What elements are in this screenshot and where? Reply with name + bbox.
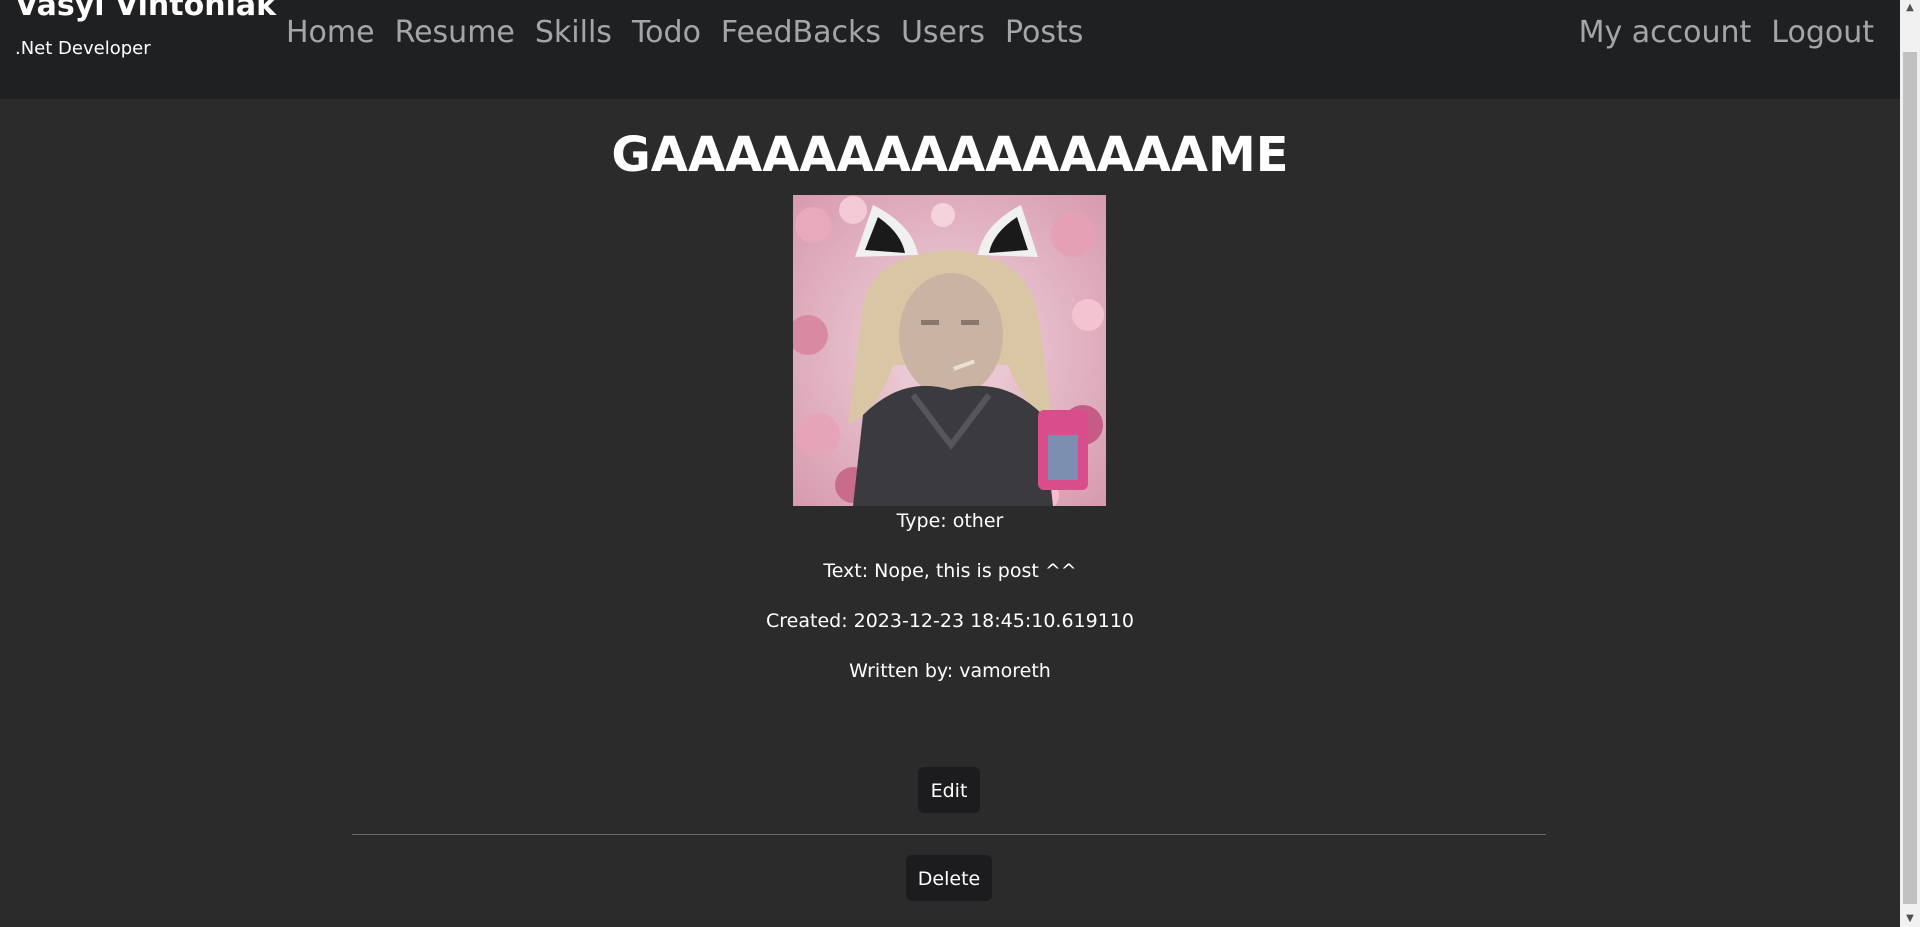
nav-link-home[interactable]: Home [276, 15, 385, 50]
nav-link-users[interactable]: Users [891, 15, 995, 50]
nav-link-my-account[interactable]: My account [1569, 15, 1762, 50]
post-detail: GAAAAAAAAAAAAAAAME Type: other Text: Nop… [0, 99, 1900, 927]
post-text: Text: Nope, this is post ^^ [823, 560, 1077, 582]
post-type: Type: other [896, 510, 1004, 532]
navbar: Vasyl Vintoniak .Net Developer Home Resu… [0, 0, 1900, 99]
delete-button[interactable]: Delete [906, 855, 992, 901]
nav-right-links: My account Logout [1569, 15, 1884, 50]
brand-subtitle: .Net Developer [15, 38, 151, 59]
nav-link-todo[interactable]: Todo [622, 15, 711, 50]
divider [352, 834, 1546, 835]
nav-links: Home Resume Skills Todo FeedBacks Users … [276, 15, 1093, 50]
vertical-scrollbar[interactable]: ▲ ▼ [1900, 0, 1920, 927]
nav-link-skills[interactable]: Skills [525, 15, 622, 50]
post-image-graphic [793, 195, 1106, 506]
post-title: GAAAAAAAAAAAAAAAME [611, 127, 1289, 183]
post-created: Created: 2023-12-23 18:45:10.619110 [766, 610, 1134, 632]
brand-title[interactable]: Vasyl Vintoniak [15, 0, 276, 23]
nav-link-feedbacks[interactable]: FeedBacks [711, 15, 891, 50]
edit-button[interactable]: Edit [918, 767, 980, 813]
scroll-up-icon[interactable]: ▲ [1900, 0, 1920, 16]
post-image [793, 195, 1106, 506]
nav-link-logout[interactable]: Logout [1761, 15, 1884, 50]
scroll-down-icon[interactable]: ▼ [1900, 911, 1920, 927]
nav-link-posts[interactable]: Posts [995, 15, 1093, 50]
post-author: Written by: vamoreth [849, 660, 1051, 682]
nav-link-resume[interactable]: Resume [385, 15, 525, 50]
scroll-thumb[interactable] [1903, 52, 1917, 904]
